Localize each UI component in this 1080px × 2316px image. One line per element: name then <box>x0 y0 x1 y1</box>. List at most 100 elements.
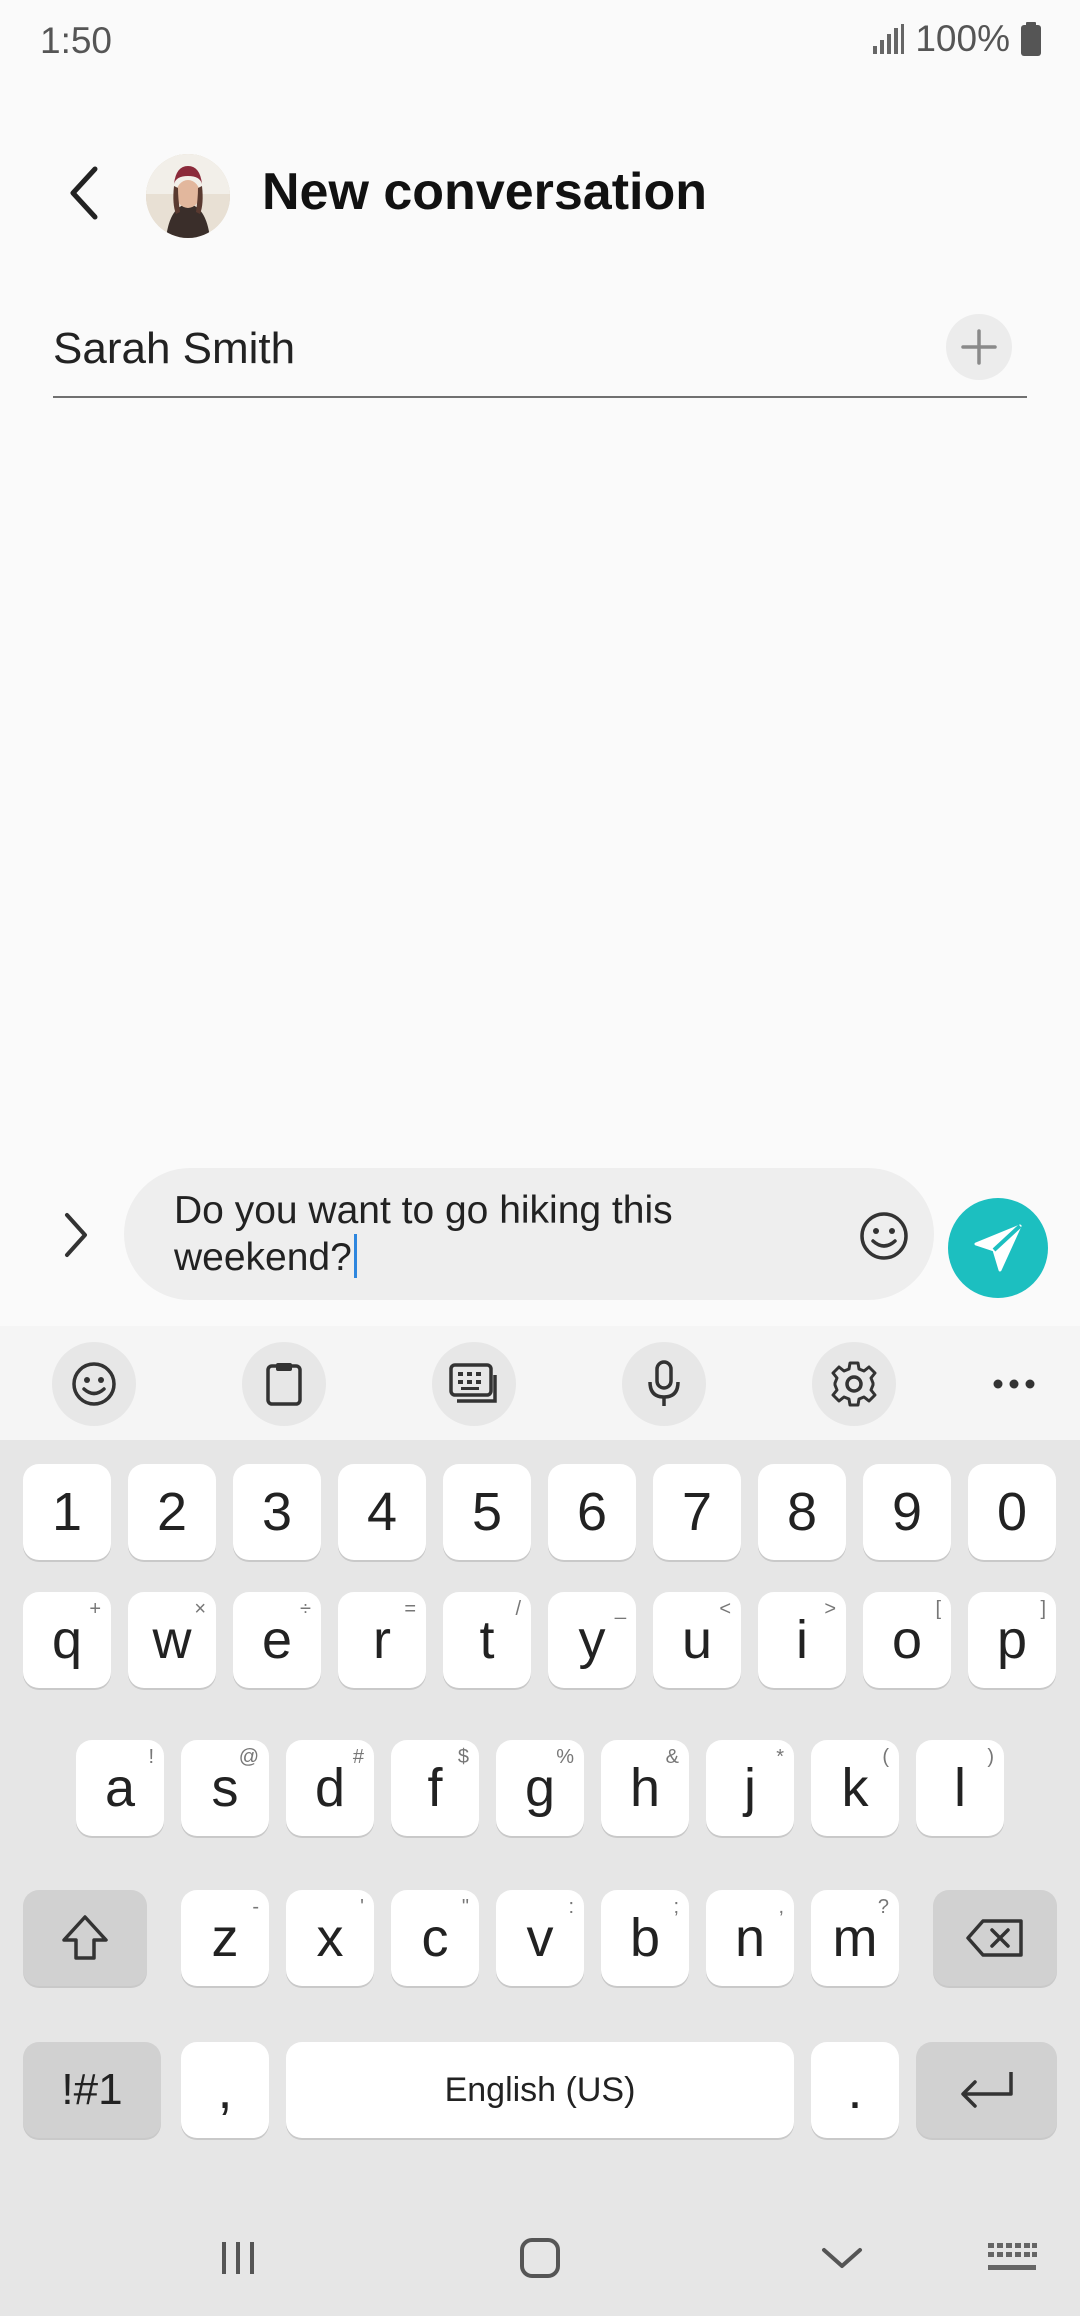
key-y[interactable]: _ y <box>548 1592 636 1688</box>
recent-apps-icon <box>222 2242 254 2274</box>
key-hint: ] <box>1040 1598 1046 1620</box>
key-d[interactable]: # d <box>286 1740 374 1836</box>
key-j[interactable]: * j <box>706 1740 794 1836</box>
keyboard-switch-button[interactable] <box>972 2228 1052 2288</box>
key-m[interactable]: ? m <box>811 1890 899 1986</box>
key-hint: ) <box>987 1746 994 1768</box>
key-n[interactable]: ,n <box>706 1890 794 1986</box>
recent-apps-button[interactable] <box>198 2228 278 2288</box>
key-hint: : <box>568 1896 574 1918</box>
key-x[interactable]: ' x <box>286 1890 374 1986</box>
key-label: English (US) <box>444 2070 636 2109</box>
send-button[interactable] <box>948 1198 1048 1298</box>
comma-key[interactable]: , <box>181 2042 269 2138</box>
key-label: . <box>847 2060 863 2120</box>
backspace-key[interactable] <box>933 1890 1057 1986</box>
battery-percent: 100% <box>915 18 1010 59</box>
key-label: l <box>954 1758 966 1818</box>
hide-keyboard-button[interactable] <box>802 2228 882 2288</box>
key-label: u <box>681 1610 713 1670</box>
key-q[interactable]: + q <box>23 1592 111 1688</box>
key-label: x <box>316 1908 344 1968</box>
key-hint: _ <box>614 1598 626 1620</box>
text-caret <box>353 1234 357 1278</box>
key-2[interactable]: 2 <box>128 1464 216 1560</box>
key-hint: % <box>556 1746 574 1768</box>
key-0[interactable]: 0 <box>968 1464 1056 1560</box>
shift-key[interactable] <box>23 1890 147 1986</box>
key-v[interactable]: :v <box>496 1890 584 1986</box>
recipient-field[interactable]: Sarah Smith <box>53 310 1027 398</box>
enter-key[interactable] <box>916 2042 1057 2138</box>
back-button[interactable] <box>50 158 120 228</box>
key-i[interactable]: > i <box>758 1592 846 1688</box>
avatar[interactable] <box>146 154 230 238</box>
key-hint: ( <box>882 1746 889 1768</box>
period-key[interactable]: . <box>811 2042 899 2138</box>
key-label: t <box>479 1610 495 1670</box>
key-hint: * <box>776 1746 784 1768</box>
key-f[interactable]: $ f <box>391 1740 479 1836</box>
key-w[interactable]: × w <box>128 1592 216 1688</box>
home-icon <box>520 2238 560 2278</box>
key-hint: ? <box>877 1896 889 1918</box>
key-1[interactable]: 1 <box>23 1464 111 1560</box>
enter-icon <box>960 2072 1013 2108</box>
key-label: e <box>261 1610 293 1670</box>
key-b[interactable]: ; b <box>601 1890 689 1986</box>
keyboard-mode-button[interactable] <box>432 1342 516 1426</box>
keyboard-settings-button[interactable] <box>812 1342 896 1426</box>
key-a[interactable]: ! a <box>76 1740 164 1836</box>
key-z[interactable]: -z <box>181 1890 269 1986</box>
message-input[interactable]: Do you want to go hiking this weekend? <box>124 1168 934 1300</box>
key-label: f <box>427 1758 443 1818</box>
key-label: r <box>373 1610 391 1670</box>
more-icon <box>993 1379 1035 1389</box>
key-label: 5 <box>471 1482 503 1542</box>
message-text[interactable]: Do you want to go hiking this weekend? <box>174 1188 814 1281</box>
key-e[interactable]: ÷ e <box>233 1592 321 1688</box>
key-label: z <box>211 1908 239 1968</box>
add-recipient-button[interactable] <box>946 314 1012 380</box>
voice-input-button[interactable] <box>622 1342 706 1426</box>
key-label: o <box>891 1610 923 1670</box>
symbols-key[interactable]: !#1 <box>23 2042 161 2138</box>
key-7[interactable]: 7 <box>653 1464 741 1560</box>
key-hint: " <box>461 1896 469 1918</box>
keyboard-emoji-button[interactable] <box>52 1342 136 1426</box>
key-hint: ; <box>673 1896 679 1918</box>
battery-icon <box>1021 22 1041 56</box>
navigation-bar <box>0 2200 1080 2316</box>
home-button[interactable] <box>500 2228 580 2288</box>
key-9[interactable]: 9 <box>863 1464 951 1560</box>
key-label: 4 <box>366 1482 398 1542</box>
key-label: i <box>796 1610 808 1670</box>
key-l[interactable]: ) l <box>916 1740 1004 1836</box>
key-3[interactable]: 3 <box>233 1464 321 1560</box>
key-r[interactable]: = r <box>338 1592 426 1688</box>
key-label: n <box>734 1908 766 1968</box>
key-4[interactable]: 4 <box>338 1464 426 1560</box>
key-t[interactable]: / t <box>443 1592 531 1688</box>
key-hint: $ <box>457 1746 469 1768</box>
space-key[interactable]: English (US) <box>286 2042 794 2138</box>
key-c[interactable]: " c <box>391 1890 479 1986</box>
key-label: h <box>629 1758 661 1818</box>
key-hint: & <box>665 1746 679 1768</box>
key-p[interactable]: ] p <box>968 1592 1056 1688</box>
key-5[interactable]: 5 <box>443 1464 531 1560</box>
key-u[interactable]: < u <box>653 1592 741 1688</box>
clipboard-button[interactable] <box>242 1342 326 1426</box>
key-o[interactable]: [o <box>863 1592 951 1688</box>
key-s[interactable]: @ s <box>181 1740 269 1836</box>
key-h[interactable]: & h <box>601 1740 689 1836</box>
expand-attachments-button[interactable] <box>48 1200 104 1270</box>
key-g[interactable]: % g <box>496 1740 584 1836</box>
keyboard-more-button[interactable] <box>972 1342 1056 1426</box>
emoji-icon[interactable] <box>858 1210 910 1262</box>
key-k[interactable]: (k <box>811 1740 899 1836</box>
key-8[interactable]: 8 <box>758 1464 846 1560</box>
key-label: 6 <box>576 1482 608 1542</box>
key-6[interactable]: 6 <box>548 1464 636 1560</box>
key-label: !#1 <box>61 2065 123 2114</box>
